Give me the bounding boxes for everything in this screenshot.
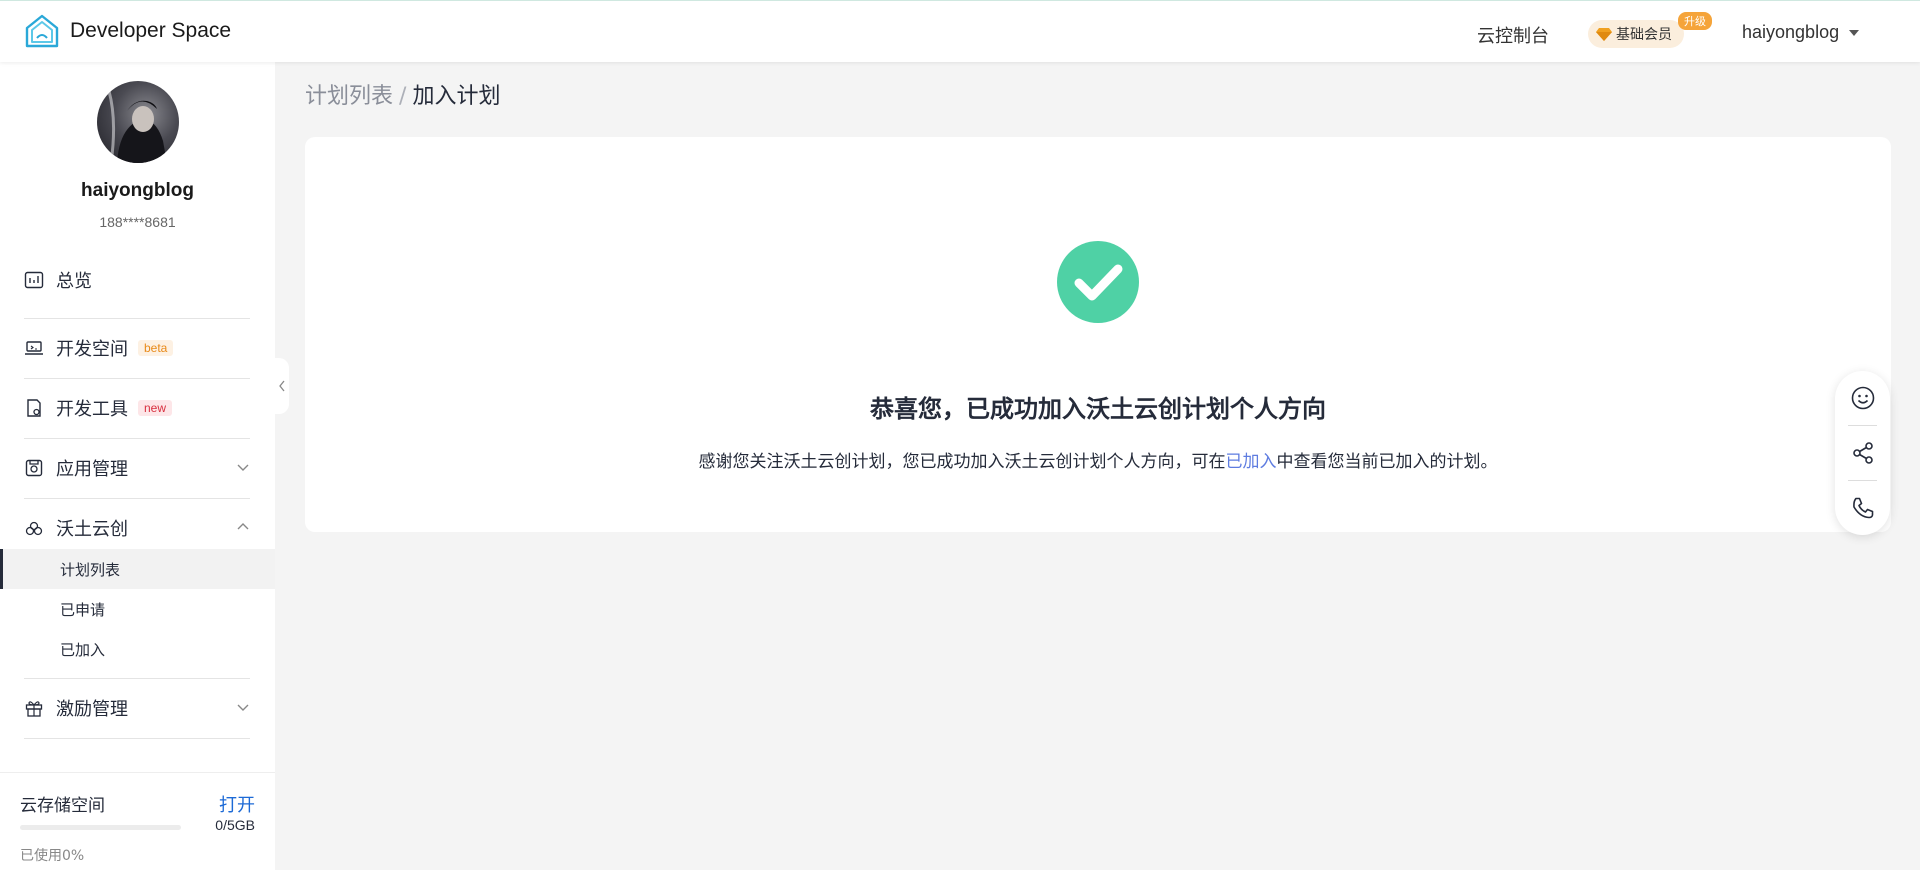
sidebar-subitem-applied[interactable]: 已申请 [0, 589, 275, 629]
phone-icon [1852, 497, 1873, 519]
divider [24, 378, 250, 379]
user-menu[interactable]: haiyongblog [1742, 22, 1860, 43]
divider [24, 678, 250, 679]
breadcrumb: 计划列表 / 加入计划 [305, 78, 500, 110]
feedback-button[interactable] [1835, 371, 1890, 425]
chevron-left-icon [279, 380, 285, 392]
divider [24, 318, 250, 319]
membership-label: 基础会员 [1616, 27, 1672, 43]
result-description: 感谢您关注沃土云创计划，您已成功加入沃土云创计划个人方向，可在已加入中查看您当前… [305, 447, 1891, 472]
sidebar-collapse-button[interactable] [275, 358, 289, 414]
cloud-storage-panel: 云存储空间 打开 0/5GB 已使用0% [0, 772, 275, 870]
storage-size: 0/5GB [215, 817, 255, 833]
console-link[interactable]: 云控制台 [1477, 22, 1549, 48]
chevron-down-icon [237, 704, 249, 711]
sidebar-item-label: 激励管理 [56, 699, 128, 720]
sidebar-item-dev-tools[interactable]: 开发工具 new [24, 386, 250, 430]
tool-doc-icon [24, 398, 44, 418]
house-logo-icon [25, 14, 59, 48]
cloud-icon [24, 518, 44, 538]
storage-progress-bar [20, 825, 181, 830]
success-check-icon [1057, 241, 1139, 323]
breadcrumb-separator: / [399, 84, 407, 109]
caret-down-icon [1849, 29, 1860, 36]
sidebar: haiyongblog 188****8681 总览 开发空间 beta 开发工… [0, 62, 275, 870]
sidebar-item-wotu[interactable]: 沃土云创 [24, 506, 250, 550]
sidebar-item-label: 应用管理 [56, 459, 128, 480]
sidebar-item-label: 总览 [56, 271, 92, 292]
floating-toolbar [1835, 371, 1890, 535]
gift-icon [24, 698, 44, 718]
sidebar-item-label: 沃土云创 [56, 519, 128, 540]
avatar[interactable] [97, 81, 179, 163]
storage-used: 已使用0% [20, 848, 85, 864]
divider [24, 738, 250, 739]
profile-phone: 188****8681 [99, 214, 176, 230]
diamond-icon [1596, 28, 1612, 41]
breadcrumb-current: 加入计划 [412, 84, 501, 109]
logo-text: Developer Space [70, 19, 232, 42]
breadcrumb-parent[interactable]: 计划列表 [305, 84, 393, 109]
sidebar-item-app-mgmt[interactable]: 应用管理 [24, 446, 250, 490]
share-button[interactable] [1835, 426, 1890, 480]
laptop-icon [24, 338, 44, 358]
chart-icon [24, 270, 44, 290]
chevron-up-icon [237, 523, 249, 530]
sidebar-item-dev-space[interactable]: 开发空间 beta [24, 326, 250, 370]
sidebar-subitem-plan-list[interactable]: 计划列表 [0, 549, 275, 589]
new-tag: new [138, 400, 173, 416]
result-desc-after: 中查看您当前已加入的计划。 [1276, 452, 1498, 472]
storage-open-link[interactable]: 打开 [219, 791, 255, 817]
membership-badge[interactable]: 基础会员 [1588, 20, 1684, 48]
share-icon [1852, 442, 1873, 464]
sidebar-item-incentive[interactable]: 激励管理 [24, 686, 250, 730]
beta-tag: beta [138, 340, 174, 356]
sidebar-item-label: 开发空间 [56, 339, 128, 360]
upgrade-badge[interactable]: 升级 [1678, 12, 1712, 30]
logo[interactable]: Developer Space [24, 13, 231, 49]
avatar-image [107, 90, 167, 163]
chevron-down-icon [237, 464, 249, 471]
divider [24, 438, 250, 439]
contact-button[interactable] [1835, 481, 1890, 535]
result-title: 恭喜您，已成功加入沃土云创计划个人方向 [870, 395, 1326, 423]
profile-name: haiyongblog [81, 180, 194, 201]
storage-title: 云存储空间 [20, 796, 105, 816]
result-card [305, 137, 1891, 532]
sidebar-item-overview[interactable]: 总览 [24, 258, 250, 302]
app-icon [24, 458, 44, 478]
divider [24, 498, 250, 499]
joined-link[interactable]: 已加入 [1226, 452, 1277, 472]
result-desc-before: 感谢您关注沃土云创计划，您已成功加入沃土云创计划个人方向，可在 [698, 452, 1226, 472]
sidebar-item-label: 开发工具 [56, 399, 128, 420]
user-menu-name: haiyongblog [1742, 22, 1840, 42]
sidebar-subitem-joined[interactable]: 已加入 [0, 629, 275, 669]
smiley-icon [1851, 386, 1874, 410]
top-header: Developer Space 云控制台 基础会员 升级 haiyongblog [0, 0, 1920, 62]
